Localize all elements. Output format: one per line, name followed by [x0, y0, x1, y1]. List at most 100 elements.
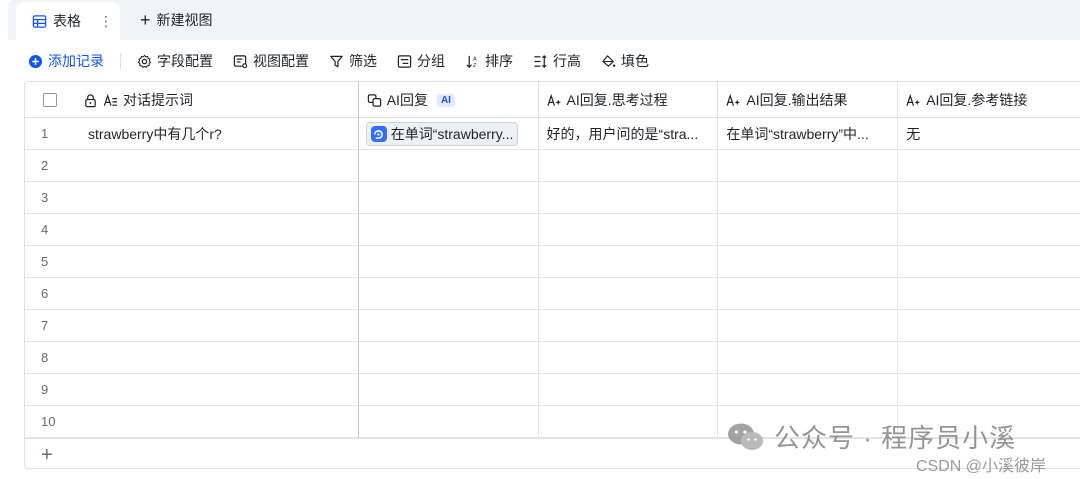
prompt-cell[interactable]: [75, 246, 359, 278]
paint-bucket-icon: [602, 54, 616, 67]
ai-thinking-cell[interactable]: [539, 342, 719, 374]
ai-links-cell[interactable]: [898, 246, 1080, 278]
ai-links-cell[interactable]: [898, 342, 1080, 374]
ai-thinking-cell[interactable]: [539, 150, 719, 182]
ai-text-icon: [726, 93, 741, 106]
sort-icon: A Z: [466, 55, 477, 69]
ai-reply-cell[interactable]: [359, 310, 539, 342]
row-number: 6: [41, 286, 49, 301]
field-config-label: 字段配置: [157, 53, 213, 69]
table-row[interactable]: 9: [25, 374, 1080, 406]
ai-output-cell[interactable]: [718, 150, 899, 182]
table-row[interactable]: 1 strawberry中有几个r? 在单词“strawberry... 好的，用户问…: [25, 118, 1080, 150]
column-header-label: AI回复: [386, 92, 428, 108]
prompt-cell[interactable]: [75, 150, 359, 182]
table-row[interactable]: 5: [25, 246, 1080, 278]
ai-output-cell[interactable]: [718, 278, 899, 310]
row-number: 4: [41, 222, 49, 237]
row-height-icon: [534, 54, 547, 68]
tab-table-view[interactable]: 表格 ⋮: [16, 2, 120, 40]
ai-reply-cell[interactable]: [359, 182, 539, 214]
ai-reply-cell[interactable]: 在单词“strawberry...: [359, 118, 539, 150]
svg-text:A: A: [473, 56, 477, 62]
ai-output-cell[interactable]: 在单词“strawberry”中...: [718, 118, 899, 150]
table-row[interactable]: 8: [25, 342, 1080, 374]
tab-label: 表格: [53, 13, 81, 29]
add-record-button[interactable]: 添加记录: [28, 51, 104, 71]
ai-reply-cell[interactable]: [359, 214, 539, 246]
linked-record-chip[interactable]: 在单词“strawberry...: [365, 122, 519, 146]
ai-links-cell[interactable]: [898, 214, 1080, 246]
ai-reply-cell[interactable]: [359, 374, 539, 406]
ai-reply-cell[interactable]: [359, 246, 539, 278]
ai-links-cell[interactable]: 无: [898, 118, 1080, 150]
row-number: 2: [41, 158, 49, 173]
select-all-cell: [25, 82, 75, 117]
ai-reply-cell[interactable]: [359, 150, 539, 182]
ai-links-cell[interactable]: [898, 150, 1080, 182]
ai-output-cell[interactable]: [718, 182, 899, 214]
ai-thinking-cell[interactable]: [539, 310, 719, 342]
column-header-ai-links[interactable]: AI回复.参考链接: [898, 82, 1080, 118]
row-number: 8: [41, 350, 49, 365]
ai-output-cell[interactable]: [718, 310, 899, 342]
field-config-button[interactable]: 字段配置: [137, 51, 213, 71]
view-config-label: 视图配置: [253, 53, 309, 69]
ai-output-cell[interactable]: [718, 246, 899, 278]
ai-thinking-cell[interactable]: [539, 182, 719, 214]
column-header-ai-reply[interactable]: AI回复 AI: [359, 82, 539, 118]
table-row[interactable]: 3: [25, 182, 1080, 214]
prompt-cell[interactable]: strawberry中有几个r?: [75, 118, 359, 150]
add-record-label: 添加记录: [48, 53, 104, 69]
column-header-ai-output[interactable]: AI回复.输出结果: [718, 82, 899, 118]
ai-thinking-cell[interactable]: 好的，用户问的是“stra...: [539, 118, 719, 150]
ai-reply-cell[interactable]: [359, 406, 539, 438]
ai-output-cell[interactable]: [718, 342, 899, 374]
prompt-cell[interactable]: [75, 342, 359, 374]
row-number: 7: [41, 318, 49, 333]
filter-button[interactable]: 筛选: [329, 51, 377, 71]
ai-links-cell[interactable]: [898, 310, 1080, 342]
table-row[interactable]: 2: [25, 150, 1080, 182]
prompt-cell[interactable]: [75, 374, 359, 406]
group-button[interactable]: 分组: [397, 51, 445, 71]
fill-color-button[interactable]: 填色: [601, 51, 649, 71]
ai-links-cell[interactable]: [898, 374, 1080, 406]
ai-output-cell[interactable]: [718, 374, 899, 406]
table-row[interactable]: 4: [25, 214, 1080, 246]
ai-thinking-cell[interactable]: [539, 374, 719, 406]
ai-thinking-cell[interactable]: [539, 278, 719, 310]
select-all-checkbox[interactable]: [43, 92, 57, 107]
csdn-credit: CSDN @小溪彼岸: [916, 458, 1047, 475]
table-row[interactable]: 7: [25, 310, 1080, 342]
sort-button[interactable]: A Z 排序: [465, 51, 513, 71]
ai-reply-cell[interactable]: [359, 278, 539, 310]
view-config-button[interactable]: 视图配置: [233, 51, 309, 71]
row-number: 1: [41, 126, 49, 141]
plus-icon: +: [140, 10, 151, 30]
ai-reply-cell[interactable]: [359, 342, 539, 374]
ai-output-cell[interactable]: [718, 214, 899, 246]
cell-text: strawberry中有几个r?: [88, 126, 222, 142]
gear-icon: [137, 54, 152, 68]
new-view-button[interactable]: + 新建视图: [140, 10, 213, 30]
ai-thinking-cell[interactable]: [539, 406, 719, 438]
ai-thinking-cell[interactable]: [539, 214, 719, 246]
lock-icon: [85, 93, 96, 107]
row-height-button[interactable]: 行高: [533, 51, 581, 71]
column-header-prompt[interactable]: 对话提示词: [75, 82, 359, 118]
watermark: 公众号 · 程序员小溪: [726, 418, 1016, 455]
ai-links-cell[interactable]: [898, 278, 1080, 310]
table-row[interactable]: 6: [25, 278, 1080, 310]
tab-more-icon[interactable]: ⋮: [99, 13, 113, 30]
ai-thinking-cell[interactable]: [539, 246, 719, 278]
ai-links-cell[interactable]: [898, 182, 1080, 214]
column-header-ai-thinking[interactable]: AI回复.思考过程: [539, 82, 719, 118]
ai-text-icon: [906, 93, 921, 106]
prompt-cell[interactable]: [75, 214, 359, 246]
prompt-cell[interactable]: [75, 406, 359, 438]
prompt-cell[interactable]: [75, 182, 359, 214]
prompt-cell[interactable]: [75, 278, 359, 310]
prompt-cell[interactable]: [75, 310, 359, 342]
toolbar-divider: [120, 53, 121, 69]
